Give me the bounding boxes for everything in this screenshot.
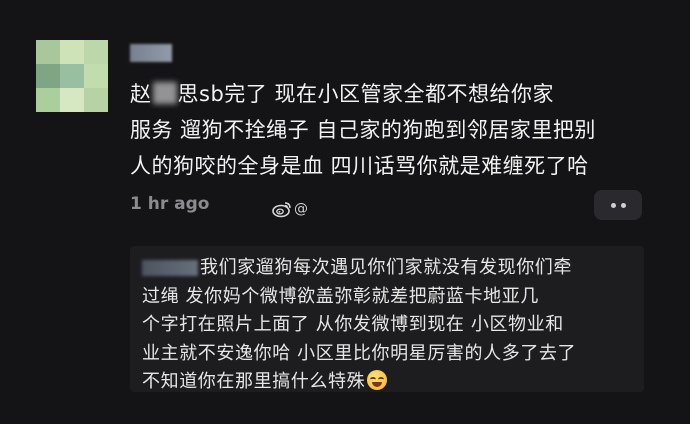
more-options-button[interactable] <box>594 190 642 220</box>
weibo-icon <box>272 200 292 218</box>
avatar-pixel <box>84 88 108 112</box>
laughing-crying-emoji-icon <box>367 370 388 390</box>
weibo-handle: @ <box>294 201 308 217</box>
reply-box[interactable]: 我们家遛狗每次遇见你们家就没有发现你们牵 过绳 发你妈个微博欲盖弥彰就差把蔚蓝卡… <box>130 246 644 392</box>
comment-thread: 赵 思sb完了 现在小区管家全都不想给你家 服务 遛狗不拴绳子 自己家的狗跑到邻居… <box>0 0 690 424</box>
dot-icon <box>620 202 626 208</box>
reply-line-1-text: 我们家遛狗每次遇见你们家就没有发现你们牵 <box>200 257 572 278</box>
avatar-pixel <box>84 64 108 88</box>
comment-line-1: 赵 思sb完了 现在小区管家全都不想给你家 <box>130 76 670 112</box>
redacted-text <box>152 82 177 104</box>
avatar-pixel <box>60 40 84 64</box>
timestamp: 1 hr ago <box>130 194 210 214</box>
reply-line-4: 业主就不安逸你哈 小区里比你明星厉害的人多了去了 <box>142 342 577 364</box>
avatar-pixel <box>36 64 60 88</box>
avatar-pixel <box>36 40 60 64</box>
avatar-pixel <box>60 88 84 112</box>
dot-icon <box>610 202 616 208</box>
avatar[interactable] <box>36 40 108 112</box>
comment-body: 赵 思sb完了 现在小区管家全都不想给你家 服务 遛狗不拴绳子 自己家的狗跑到邻居… <box>130 76 670 184</box>
weibo-watermark: @ <box>272 200 308 218</box>
comment-line-3: 人的狗咬的全身是血 四川话骂你就是难缠死了哈 <box>130 154 589 178</box>
reply-line-1: 我们家遛狗每次遇见你们家就没有发现你们牵 <box>142 254 642 283</box>
reply-line-5-text: 不知道你在那里搞什么特殊 <box>142 371 366 392</box>
reply-line-2: 过绳 发你妈个微博欲盖弥彰就差把蔚蓝卡地亚几 <box>142 285 539 307</box>
reply-line-3: 个字打在照片上面了 从你发微博到现在 小区物业和 <box>142 314 564 335</box>
reply-body: 我们家遛狗每次遇见你们家就没有发现你们牵 过绳 发你妈个微博欲盖弥彰就差把蔚蓝卡… <box>142 254 642 397</box>
comment-text-rest: 思sb完了 现在小区管家全都不想给你家 <box>177 82 554 106</box>
comment-line-2: 服务 遛狗不拴绳子 自己家的狗跑到邻居家里把别 <box>130 118 596 142</box>
reply-line-5: 不知道你在那里搞什么特殊 <box>142 368 642 397</box>
avatar-pixel <box>84 40 108 64</box>
avatar-pixel <box>36 88 60 112</box>
comment-text-prefix: 赵 <box>130 82 152 106</box>
username-blurred[interactable] <box>130 44 172 62</box>
avatar-pixel <box>60 64 84 88</box>
